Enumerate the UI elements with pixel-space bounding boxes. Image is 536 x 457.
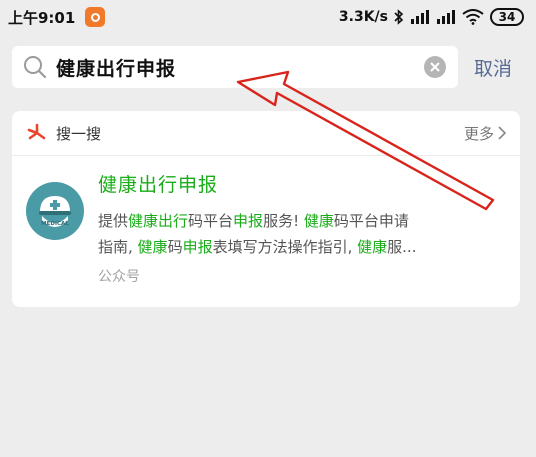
signal-icon — [411, 10, 429, 24]
description-text: 码 — [167, 238, 183, 256]
wifi-icon — [462, 9, 484, 25]
keyword-highlight: 健康 — [137, 238, 168, 256]
battery-indicator: 34 — [490, 8, 524, 26]
description-text: 提供 — [98, 212, 129, 230]
result-description: 提供健康出行码平台申报服务! 健康码平台申请 指南, 健康码申报表填写方法操作指… — [98, 208, 506, 260]
description-text: 表填写方法操作指引, — [212, 238, 358, 256]
avatar-medical-text: MEDICAL — [41, 221, 69, 227]
sousou-label: 搜一搜 — [56, 124, 102, 143]
status-indicators: 3.3K/s 34 — [339, 8, 524, 26]
more-label: 更多 — [463, 124, 494, 143]
search-row: 健康出行申报 取消 — [12, 46, 526, 88]
result-source-type: 公众号 — [98, 269, 140, 285]
signal-icon-2 — [437, 10, 455, 24]
keyword-highlight: 健康出行 — [128, 212, 189, 230]
app-notification-icon — [85, 7, 106, 27]
bluetooth-icon — [394, 9, 404, 25]
keyword-highlight: 申报 — [233, 212, 264, 230]
description-text: 码平台 — [188, 212, 234, 230]
search-result-card: 搜一搜 更多 MEDICAL 健康出行申报 提供健康出行码平台申报服务! 健康码… — [12, 111, 520, 307]
result-item[interactable]: MEDICAL 健康出行申报 提供健康出行码平台申报服务! 健康码平台申请 指南… — [12, 156, 520, 306]
search-query-text[interactable]: 健康出行申报 — [56, 54, 424, 81]
wechat-search-screen: 上午9:01 3.3K/s 34 健康出行申报 取消 搜一搜 更多 MEDICA… — [0, 0, 536, 457]
clear-icon[interactable] — [424, 56, 446, 78]
cancel-button[interactable]: 取消 — [474, 54, 512, 81]
search-icon — [24, 56, 47, 79]
chevron-right-icon — [498, 126, 506, 140]
search-input[interactable]: 健康出行申报 — [12, 46, 458, 88]
medical-account-avatar: MEDICAL — [26, 182, 84, 240]
status-bar: 上午9:01 3.3K/s 34 — [0, 0, 536, 34]
more-link[interactable]: 更多 — [464, 123, 506, 144]
sousou-icon — [27, 123, 46, 140]
sousou-header[interactable]: 搜一搜 更多 — [12, 111, 520, 156]
result-title[interactable]: 健康出行申报 — [98, 170, 218, 197]
description-text: 服务! — [263, 212, 304, 230]
keyword-highlight: 申报 — [182, 238, 213, 256]
description-text: 服... — [387, 238, 417, 256]
status-time: 上午9:01 — [8, 8, 76, 27]
keyword-highlight: 健康 — [303, 212, 334, 230]
keyword-highlight: 健康 — [357, 238, 388, 256]
network-speed: 3.3K/s — [338, 9, 388, 25]
